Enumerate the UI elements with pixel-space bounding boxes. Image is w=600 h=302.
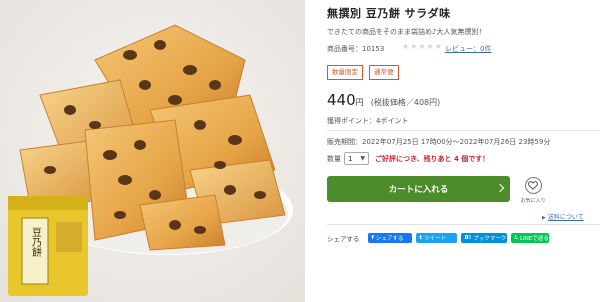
share-label: シェアする bbox=[327, 235, 360, 243]
product-image: 豆乃餅 bbox=[0, 0, 305, 302]
quantity-label: 数量 bbox=[327, 154, 341, 163]
line-share-button[interactable]: L LINEで送る bbox=[510, 233, 549, 243]
product-title: 無撰別 豆乃餅 サラダ味 bbox=[327, 7, 451, 20]
badge-normal-delivery: 通常便 bbox=[369, 65, 399, 80]
badge-list: 数量限定 通常便 bbox=[327, 65, 399, 80]
favorite-circle bbox=[524, 177, 542, 194]
line-icon: L bbox=[514, 235, 519, 241]
hatena-icon: B! bbox=[464, 235, 472, 241]
facebook-share-label: シェアする bbox=[375, 236, 404, 242]
price: 440円 (税抜価格／408円) bbox=[327, 90, 440, 109]
product-package: 豆乃餅 bbox=[8, 196, 88, 296]
badge-limited: 数量限定 bbox=[327, 65, 363, 80]
twitter-icon: t bbox=[419, 235, 423, 241]
points: 獲得ポイント：4ポイント bbox=[327, 117, 409, 125]
sale-period: 販売期間：2022年07月25日 17時00分～2022年07月26日 23時5… bbox=[327, 138, 551, 146]
chevron-down-icon: ▼ bbox=[360, 155, 365, 162]
quantity-value: 1 bbox=[348, 154, 353, 163]
line-share-label: LINEで送る bbox=[520, 236, 549, 242]
product-code: 商品番号：10153 bbox=[327, 45, 385, 53]
price-value: 440 bbox=[327, 91, 356, 109]
shipping-link[interactable]: ▶ 送料について bbox=[542, 212, 584, 221]
triangle-right-icon: ▶ bbox=[542, 215, 546, 221]
heart-icon bbox=[528, 181, 538, 190]
quantity-row: 数量 1 ▼ ご好評につき、残りあと 4 個です！ bbox=[327, 152, 489, 165]
add-to-cart-button[interactable]: カートに入れる bbox=[327, 176, 510, 202]
twitter-share-button[interactable]: t ツイート bbox=[415, 233, 457, 243]
facebook-share-button[interactable]: f シェアする bbox=[367, 233, 412, 243]
product-info: 無撰別 豆乃餅 サラダ味 できたての商品をそのまま袋詰め♪大人気無撰別！ 商品番… bbox=[327, 0, 600, 302]
divider bbox=[327, 130, 600, 131]
favorite-button[interactable]: お気に入り bbox=[519, 177, 547, 204]
review-link[interactable]: レビュー：0件 bbox=[445, 44, 491, 54]
facebook-icon: f bbox=[371, 235, 374, 241]
product-lead: できたての商品をそのまま袋詰め♪大人気無撰別！ bbox=[327, 28, 486, 36]
hatena-bookmark-button[interactable]: B! ブックマーク bbox=[460, 233, 507, 243]
add-to-cart-label: カートに入れる bbox=[388, 185, 449, 195]
divider bbox=[327, 224, 600, 225]
share-row: シェアする f シェアする t ツイート B! ブックマーク L LINEで送る bbox=[327, 233, 549, 243]
hatena-bookmark-label: ブックマーク bbox=[473, 236, 507, 242]
price-unit: 円 bbox=[355, 98, 364, 107]
rice-cracker-photo: 豆乃餅 bbox=[0, 0, 305, 302]
twitter-share-label: ツイート bbox=[424, 236, 447, 242]
rating-stars: ★★★★★ bbox=[402, 42, 443, 51]
shipping-link-label: 送料について bbox=[547, 214, 584, 221]
chevron-right-icon bbox=[495, 183, 505, 193]
favorite-label: お気に入り bbox=[520, 198, 546, 204]
package-label: 豆乃餅 bbox=[30, 227, 42, 258]
price-tax: (税抜価格／408円) bbox=[370, 98, 441, 107]
quantity-select[interactable]: 1 ▼ bbox=[344, 152, 369, 165]
stock-notice: ご好評につき、残りあと 4 個です！ bbox=[375, 154, 490, 163]
